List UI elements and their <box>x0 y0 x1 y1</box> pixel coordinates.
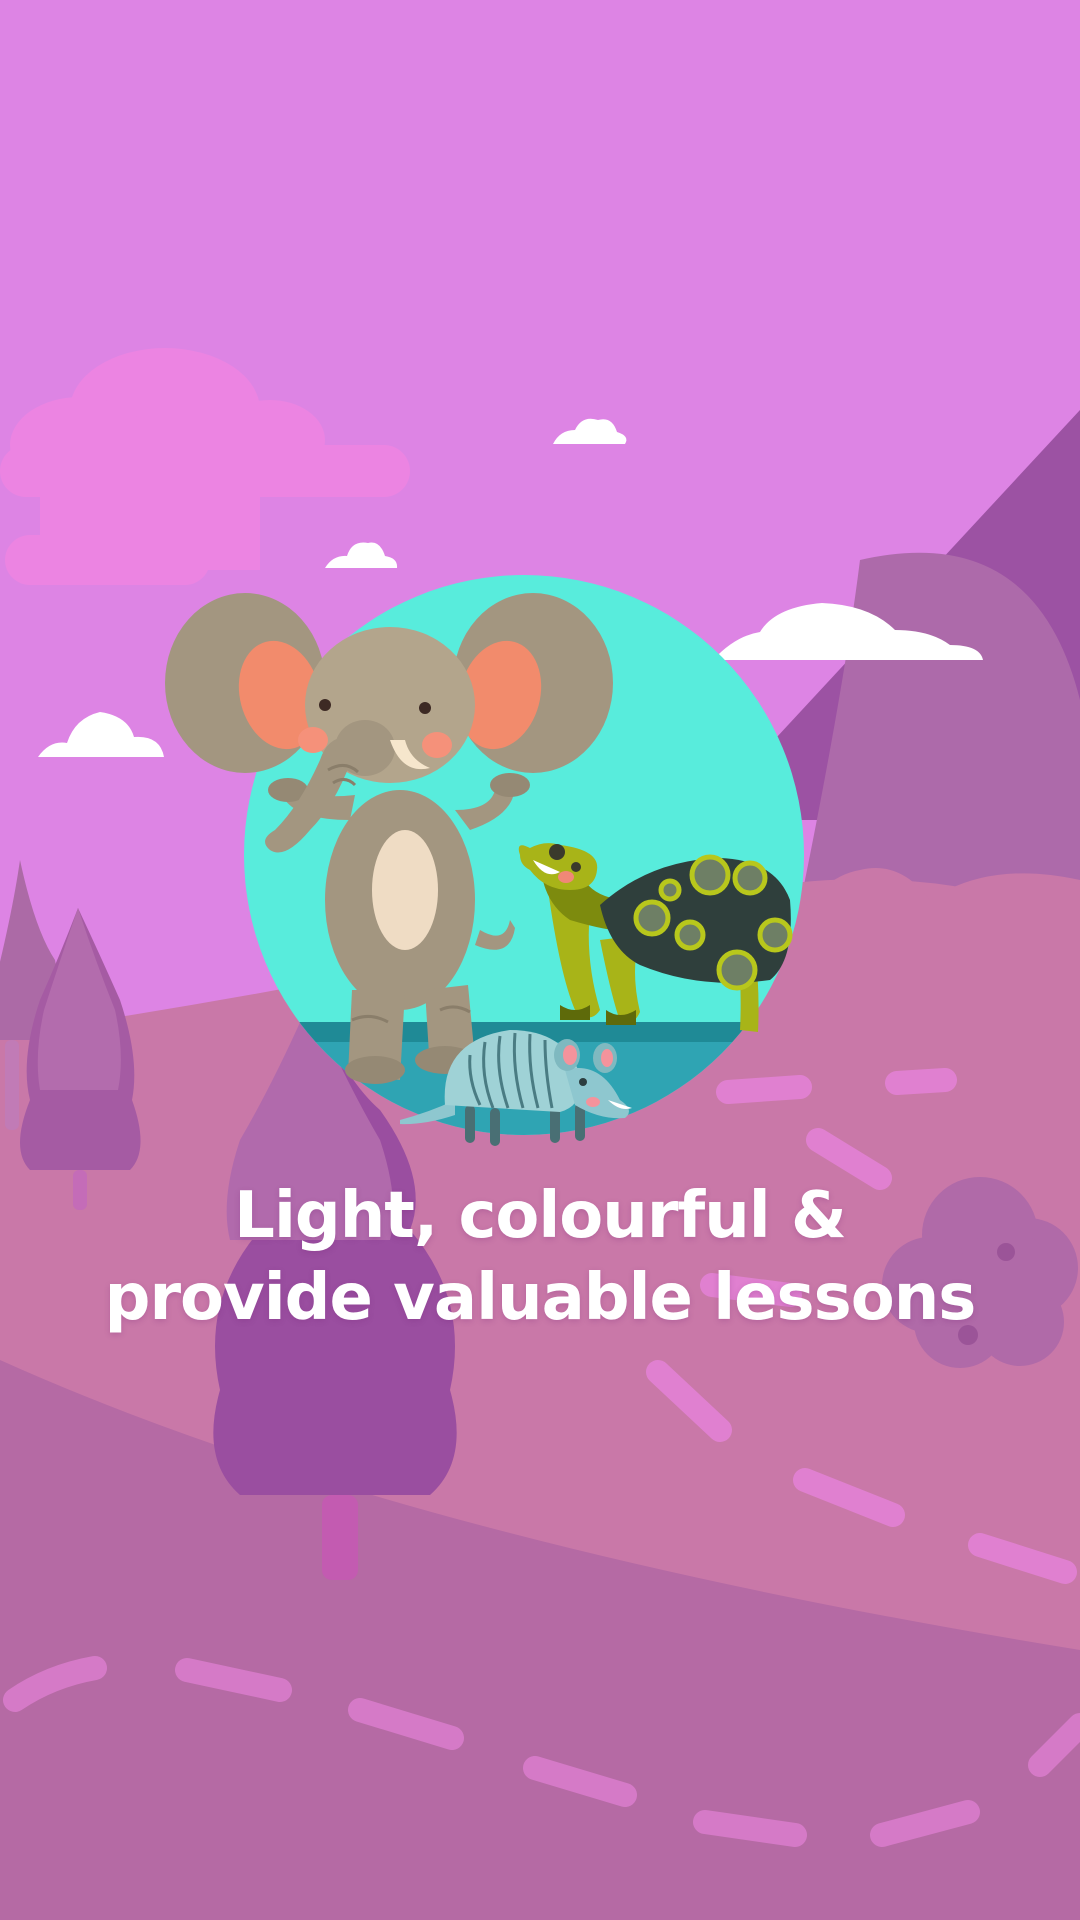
caption-line-2: provide valuable lessons <box>104 1261 977 1335</box>
onboarding-caption: Light, colourful & provide valuable less… <box>0 1175 1080 1339</box>
caption-line-1: Light, colourful & <box>234 1179 847 1253</box>
onboarding-screen: Light, colourful & provide valuable less… <box>0 0 1080 1920</box>
illustration-scene <box>0 0 1080 1920</box>
